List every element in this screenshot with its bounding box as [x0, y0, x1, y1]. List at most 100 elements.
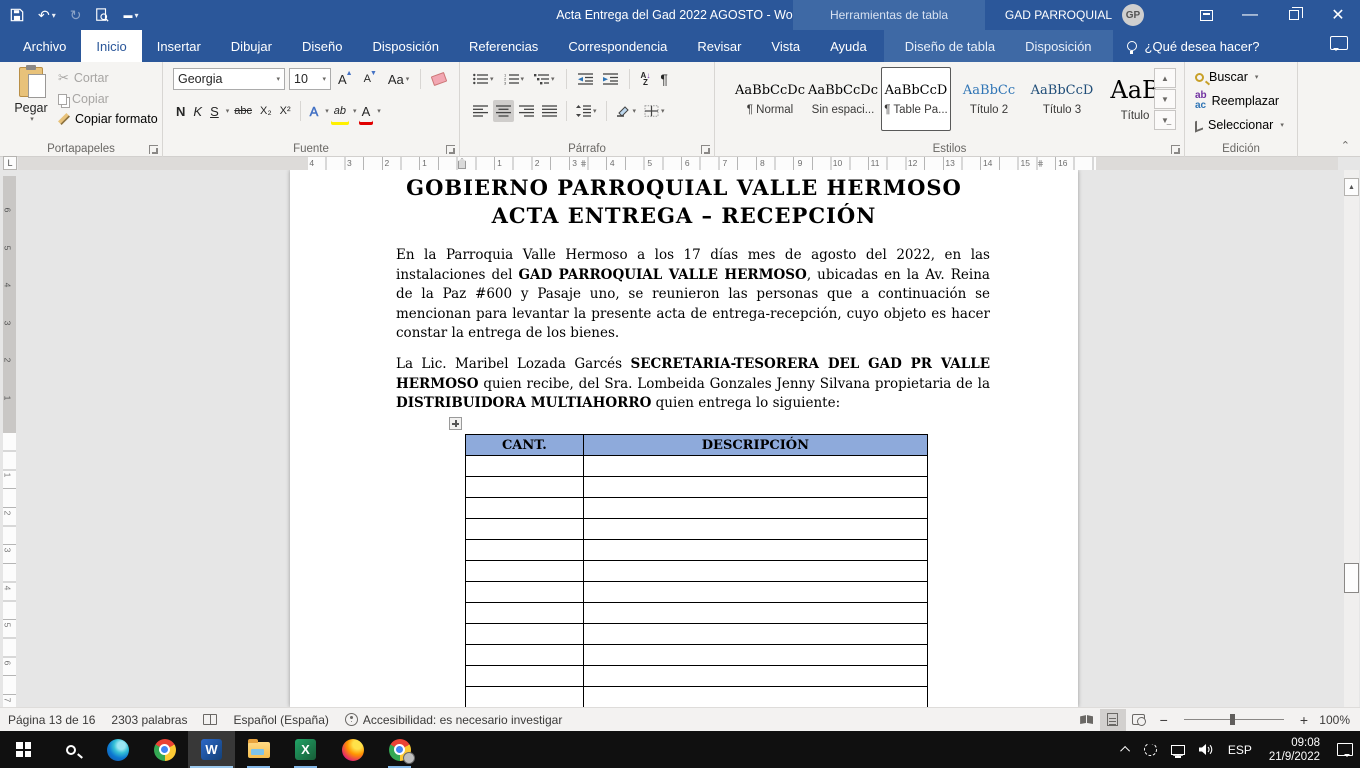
table-cell-descripcion[interactable] — [583, 477, 927, 498]
document-page[interactable]: GOBIERNO PARROQUIAL VALLE HERMOSO ACTA E… — [290, 170, 1078, 707]
table-cell-cant[interactable] — [466, 666, 584, 687]
tab-vista[interactable]: Vista — [756, 30, 815, 62]
table-header-descripcion[interactable]: DESCRIPCIÓN — [583, 435, 927, 456]
zoom-slider[interactable] — [1184, 719, 1284, 720]
show-paragraph-marks-button[interactable]: ¶ — [657, 68, 671, 90]
sort-button[interactable]: A↓ Z — [638, 68, 654, 90]
document-heading-1[interactable]: GOBIERNO PARROQUIAL VALLE HERMOSO — [290, 174, 1078, 202]
zoom-in-button[interactable]: + — [1292, 712, 1316, 728]
grow-font-button[interactable]: A▲ — [335, 68, 357, 90]
styles-dialog-launcher-icon[interactable] — [1171, 145, 1180, 154]
table-cell-cant[interactable] — [466, 540, 584, 561]
style-card-table-paragraph[interactable]: AaBbCcD¶ Table Pa... — [881, 67, 951, 131]
paragraph-dialog-launcher-icon[interactable] — [701, 145, 710, 154]
avatar[interactable]: GP — [1122, 4, 1144, 26]
style-card-sin-espaciado[interactable]: AaBbCcDcSin espaci... — [808, 67, 878, 131]
taskbar-word[interactable]: W — [188, 731, 235, 768]
table-cell-cant[interactable] — [466, 477, 584, 498]
tab-disposicion[interactable]: Disposición — [357, 30, 453, 62]
table-cell-cant[interactable] — [466, 687, 584, 708]
style-card-titulo-2[interactable]: AaBbCcTítulo 2 — [954, 67, 1024, 131]
align-left-button[interactable] — [470, 100, 491, 122]
shrink-font-button[interactable]: A▼ — [361, 68, 381, 90]
network-icon[interactable] — [1164, 731, 1192, 768]
accessibility-status[interactable]: Accesibilidad: es necesario investigar — [337, 713, 570, 727]
style-card-normal[interactable]: AaBbCcDc¶ Normal — [735, 67, 805, 131]
table-cell-descripcion[interactable] — [583, 498, 927, 519]
zoom-level[interactable]: 100% — [1316, 713, 1360, 727]
feedback-icon[interactable] — [1330, 36, 1348, 50]
paragraph-1[interactable]: En la Parroquia Valle Hermoso a los 17 d… — [396, 246, 990, 344]
select-button[interactable]: Seleccionar▾ — [1195, 118, 1284, 132]
table-cell-descripcion[interactable] — [583, 540, 927, 561]
decrease-indent-button[interactable] — [575, 68, 596, 90]
strikethrough-button[interactable]: abc — [231, 100, 255, 122]
taskbar-search-button[interactable] — [47, 731, 94, 768]
read-mode-icon[interactable] — [1074, 709, 1100, 731]
proofing-icon[interactable] — [195, 714, 225, 725]
table-cell-descripcion[interactable] — [583, 645, 927, 666]
scroll-up-icon[interactable]: ▲ — [1344, 178, 1359, 196]
font-dialog-launcher-icon[interactable] — [446, 145, 455, 154]
styles-gallery-more-icon[interactable]: ▼̲ — [1154, 110, 1176, 130]
table-cell-descripcion[interactable] — [583, 561, 927, 582]
multilevel-list-button[interactable]: ▾ — [531, 68, 558, 90]
taskbar-chrome[interactable] — [141, 731, 188, 768]
taskbar-file-explorer[interactable] — [235, 731, 282, 768]
restore-icon[interactable] — [1272, 0, 1316, 30]
language-switcher[interactable]: ESP — [1221, 731, 1259, 768]
close-icon[interactable]: ✕ — [1316, 0, 1360, 30]
table-cell-cant[interactable] — [466, 624, 584, 645]
increase-indent-button[interactable] — [600, 68, 621, 90]
replace-button[interactable]: abacReemplazar — [1195, 91, 1284, 111]
clock[interactable]: 09:08 21/9/2022 — [1259, 731, 1330, 768]
account-name[interactable]: GAD PARROQUIAL — [1005, 8, 1112, 22]
zoom-out-button[interactable]: − — [1152, 712, 1176, 728]
ribbon-display-options-icon[interactable] — [1184, 0, 1228, 30]
font-family-combobox[interactable]: Georgia▾ — [173, 68, 285, 90]
italic-button[interactable]: K — [190, 100, 205, 122]
styles-scroll-up-icon[interactable]: ▲ — [1154, 68, 1176, 88]
collapse-ribbon-icon[interactable]: ⌃ — [1341, 139, 1350, 152]
document-heading-2[interactable]: ACTA ENTREGA – RECEPCIÓN — [290, 202, 1078, 230]
taskbar-excel[interactable]: X — [282, 731, 329, 768]
page-indicator[interactable]: Página 13 de 16 — [0, 713, 103, 727]
table-move-handle-icon[interactable] — [449, 417, 462, 430]
action-center-icon[interactable] — [1330, 731, 1360, 768]
table-cell-descripcion[interactable] — [583, 582, 927, 603]
paragraph-2[interactable]: La Lic. Maribel Lozada Garcés SECRETARIA… — [396, 355, 990, 414]
table-column-marker[interactable]: ⋕ — [580, 159, 586, 168]
clear-formatting-button[interactable] — [429, 68, 449, 90]
taskbar-edge[interactable] — [94, 731, 141, 768]
tray-chevron-icon[interactable] — [1116, 731, 1137, 768]
print-layout-icon[interactable] — [1100, 709, 1126, 731]
table-cell-descripcion[interactable] — [583, 666, 927, 687]
text-effects-dropdown[interactable]: ▾ — [325, 107, 329, 115]
tab-insertar[interactable]: Insertar — [142, 30, 216, 62]
align-right-button[interactable] — [516, 100, 537, 122]
table-header-cant[interactable]: CANT. — [466, 435, 584, 456]
bold-button[interactable]: N — [173, 100, 188, 122]
borders-button[interactable]: ▾ — [641, 100, 668, 122]
start-button[interactable] — [0, 731, 47, 768]
tell-me-box[interactable]: ¿Qué desea hacer? — [1127, 30, 1260, 62]
web-layout-icon[interactable] — [1126, 709, 1152, 731]
tab-diseno-de-tabla[interactable]: Diseño de tabla — [890, 30, 1010, 62]
font-color-button[interactable]: A — [359, 100, 374, 122]
font-color-dropdown[interactable]: ▾ — [377, 107, 381, 115]
table-column-marker-right[interactable]: ⋕ — [1037, 159, 1043, 168]
underline-dropdown[interactable]: ▾ — [226, 107, 230, 115]
numbering-button[interactable]: 123 ▾ — [501, 68, 528, 90]
table-cell-cant[interactable] — [466, 498, 584, 519]
underline-button[interactable]: S — [207, 100, 222, 122]
zoom-slider-thumb[interactable] — [1230, 714, 1235, 725]
bullets-button[interactable]: ▾ — [470, 68, 497, 90]
find-button[interactable]: Buscar▾ — [1195, 70, 1284, 84]
highlight-color-button[interactable]: ab — [331, 100, 349, 122]
horizontal-ruler[interactable]: ⋕ ⋕ 432112345678910111213141516 — [18, 157, 1338, 170]
subscript-button[interactable]: X₂ — [257, 100, 275, 122]
tab-disposicion-de-tabla[interactable]: Disposición — [1010, 30, 1106, 62]
table-cell-cant[interactable] — [466, 519, 584, 540]
table-cell-descripcion[interactable] — [583, 456, 927, 477]
tab-inicio[interactable]: Inicio — [81, 30, 141, 62]
